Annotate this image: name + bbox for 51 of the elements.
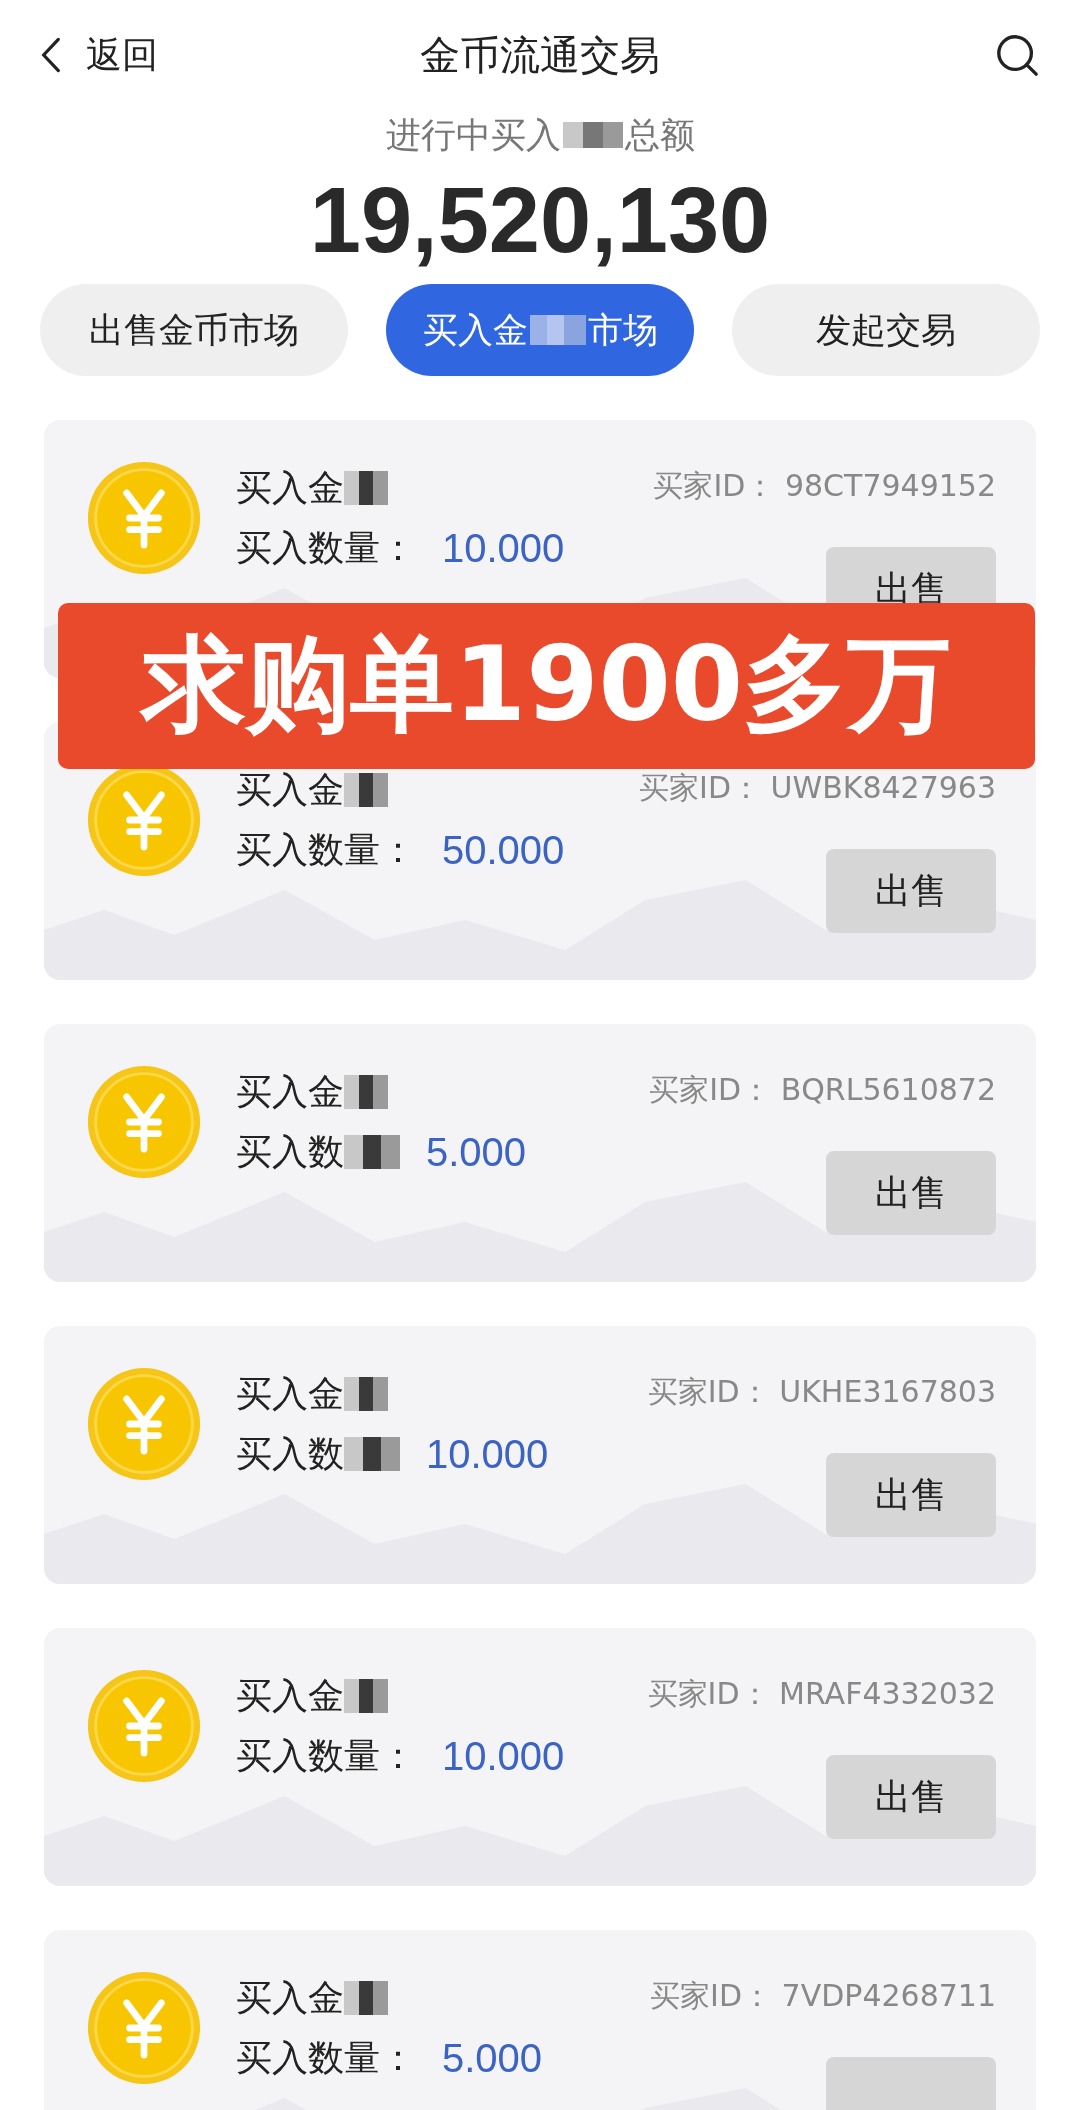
sell-button[interactable]: 出售 (826, 1151, 996, 1235)
page-title: 金币流通交易 (420, 30, 660, 80)
mosaic-drawing (344, 471, 388, 505)
back-button[interactable]: 返回 (40, 30, 158, 80)
quantity-value: 50.000 (442, 827, 565, 873)
order-name: 买入金 (236, 465, 344, 510)
order-name: 买入金 (236, 1673, 344, 1718)
market-tab[interactable]: 出售金币市场 (40, 284, 348, 376)
buyer-id: 买家ID： UWBK8427963 (639, 769, 996, 807)
mosaic-drawing (344, 1075, 388, 1109)
yen-coin-icon (86, 460, 202, 576)
mosaic-drawing (344, 1679, 388, 1713)
total-amount: 19,520,130 (308, 168, 772, 273)
yen-coin-icon (86, 1366, 202, 1482)
mosaic-drawing (562, 122, 623, 148)
buyer-id: 买家ID： 98CT7949152 (653, 467, 996, 505)
quantity-label: 买入数量： (236, 2035, 416, 2080)
quantity-value: 10.000 (442, 525, 565, 571)
quantity-value: 5.000 (442, 2035, 543, 2081)
mosaic-drawing (344, 1981, 388, 2015)
market-tab[interactable]: 买入金 市场 (386, 284, 694, 376)
quantity-label: 买入数量： (236, 827, 416, 872)
yen-coin-icon (86, 1064, 202, 1180)
back-chevron-icon[interactable] (40, 36, 62, 74)
buyer-id: 买家ID： BQRL5610872 (649, 1071, 996, 1109)
sell-button[interactable]: 出售 (826, 849, 996, 933)
quantity-label: 买入数 (236, 1129, 344, 1174)
order-name: 买入金 (236, 1069, 344, 1114)
mosaic-drawing (344, 773, 388, 807)
yen-coin-icon (86, 1668, 202, 1784)
order-name: 买入金 (236, 1975, 344, 2020)
mosaic-drawing (344, 1377, 388, 1411)
quantity-value: 10.000 (426, 1431, 549, 1477)
yen-coin-icon (86, 1970, 202, 2086)
sell-button[interactable]: 出售 (826, 1453, 996, 1537)
buyer-id: 买家ID： 7VDP4268711 (650, 1977, 996, 2015)
quantity-value: 10.000 (442, 1733, 565, 1779)
search-icon[interactable] (994, 32, 1040, 78)
caption-toast: 求购单1900多万 (58, 603, 1035, 769)
quantity-label: 买入数量： (236, 1733, 416, 1778)
order-name: 买入金 (236, 767, 344, 812)
quantity-label: 买入数 (236, 1431, 344, 1476)
quantity-label: 买入数量： (236, 525, 416, 570)
summary-label: 进行中买入 (385, 113, 561, 157)
order-name: 买入金 (236, 1371, 344, 1416)
sell-button[interactable]: 出售 (826, 1755, 996, 1839)
summary-label: 总额 (624, 113, 695, 157)
buyer-id: 买家ID： MRAF4332032 (647, 1675, 996, 1713)
quantity-value: 5.000 (426, 1129, 527, 1175)
buyer-id: 买家ID： UKHE3167803 (647, 1373, 996, 1411)
market-tab[interactable]: 发起交易 (732, 284, 1040, 376)
